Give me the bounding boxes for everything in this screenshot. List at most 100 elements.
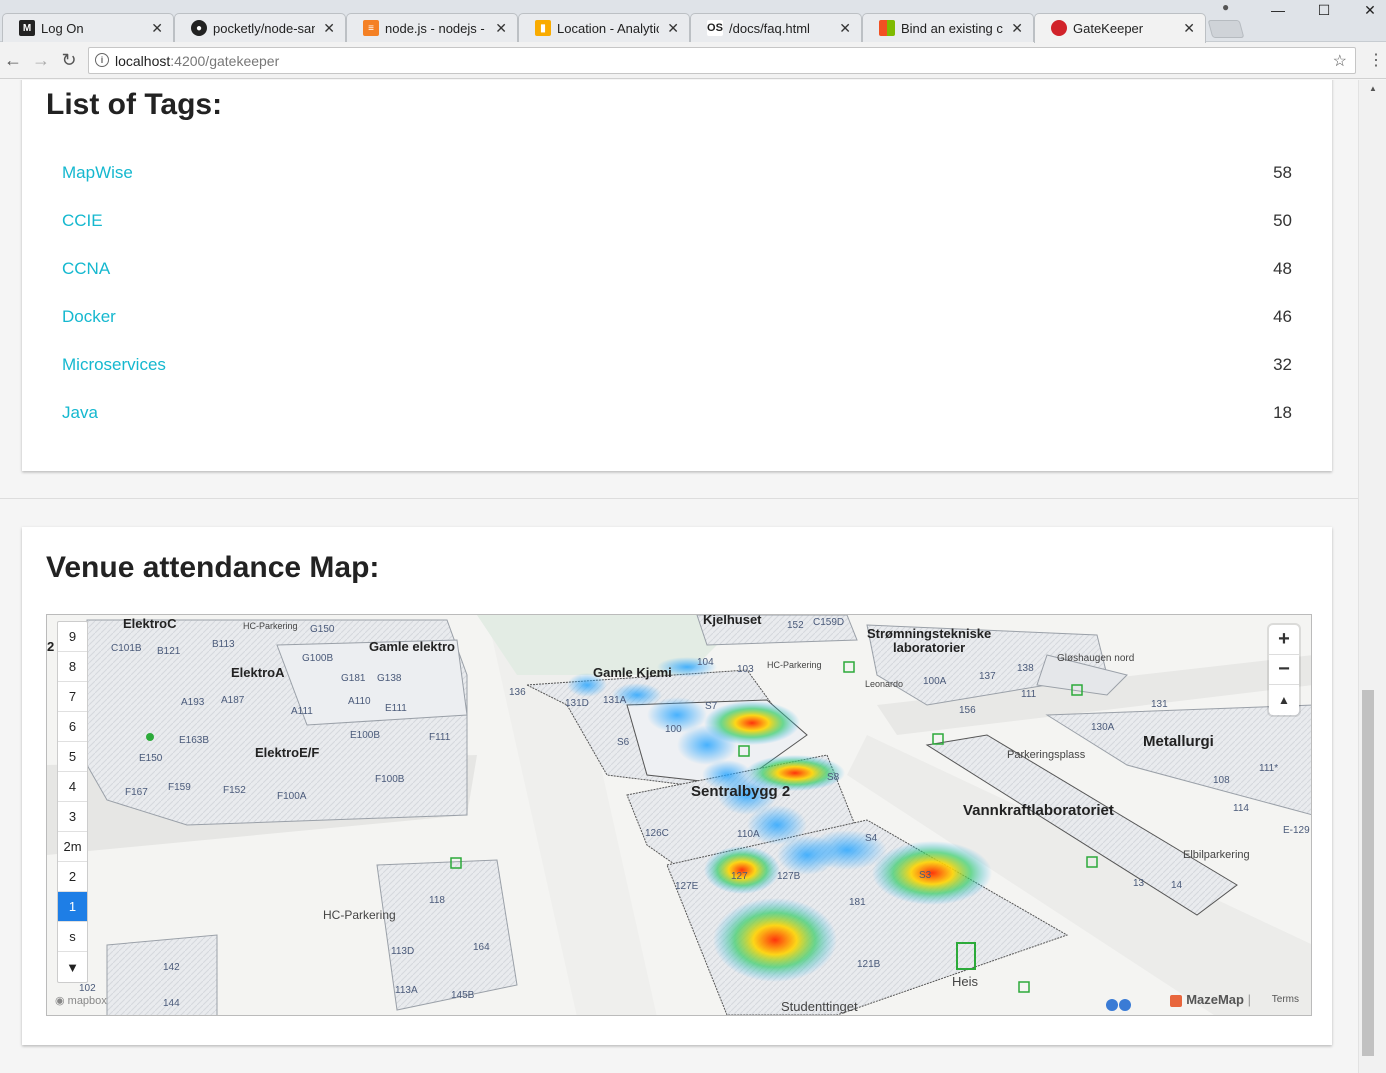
forward-arrow-icon[interactable]: → <box>30 49 52 71</box>
mapbox-logo[interactable]: ◉ mapbox <box>55 994 107 1007</box>
map-label: Leonardo <box>865 679 904 689</box>
room-label: 13 <box>1133 878 1145 889</box>
tag-row[interactable]: Docker 46 <box>62 307 1292 337</box>
tag-link[interactable]: CCIE <box>62 211 103 231</box>
room-label: 142 <box>163 962 180 973</box>
compass-button[interactable]: ▲ <box>1269 685 1299 715</box>
back-arrow-icon[interactable]: ← <box>2 49 24 71</box>
close-icon[interactable]: ✕ <box>151 20 163 37</box>
close-icon[interactable]: ✕ <box>1183 20 1195 37</box>
floor-selector: 9 8 7 6 5 4 3 2m 2 1 s ▼ <box>57 621 88 983</box>
menu-kebab-icon[interactable]: ⋮ <box>1368 50 1384 70</box>
floor-button[interactable]: 4 <box>58 772 87 802</box>
room-label: S7 <box>705 701 718 712</box>
tag-count: 46 <box>1273 307 1292 326</box>
tab-gatekeeper[interactable]: GateKeeper ✕ <box>1034 13 1206 43</box>
floor-button[interactable]: 8 <box>58 652 87 682</box>
attribution-separator: | <box>1247 992 1251 1007</box>
new-tab-button[interactable] <box>1207 20 1245 38</box>
tab-bind-existing[interactable]: Bind an existing cust ✕ <box>862 13 1034 42</box>
room-label: 114 <box>1233 803 1249 814</box>
close-icon[interactable]: ✕ <box>323 20 335 37</box>
tab-docs-faq[interactable]: OS /docs/faq.html ✕ <box>690 13 862 42</box>
close-icon[interactable]: ✕ <box>1011 20 1023 37</box>
close-window-icon[interactable]: ✕ <box>1348 0 1386 20</box>
room-label: C101B <box>111 643 142 654</box>
room-label: 137 <box>979 671 996 682</box>
stairs-icon <box>146 733 154 741</box>
room-label: F167 <box>125 787 148 798</box>
map-label: Strømningstekniske laboratorier <box>867 626 992 655</box>
room-label: 111 <box>1021 689 1037 700</box>
room-label: B121 <box>157 646 181 657</box>
floor-button[interactable]: 6 <box>58 712 87 742</box>
profile-icon[interactable]: ● <box>1222 0 1238 14</box>
address-bar[interactable]: i localhost:4200/gatekeeper ☆ <box>88 47 1356 74</box>
tag-row[interactable]: Microservices 32 <box>62 355 1292 385</box>
room-label: E111 <box>385 703 407 714</box>
maximize-icon[interactable]: ☐ <box>1302 0 1346 20</box>
reload-icon[interactable]: ↻ <box>58 49 80 71</box>
room-label: 113A <box>395 985 418 996</box>
page-scrollbar[interactable]: ▲ <box>1358 80 1386 1073</box>
room-label: 111* <box>1259 763 1279 774</box>
map-label: HC-Parkering <box>767 660 822 670</box>
room-label: 145B <box>451 990 475 1001</box>
tab-analytics[interactable]: ▮ Location - Analytics ✕ <box>518 13 690 42</box>
floor-button[interactable]: 2m <box>58 832 87 862</box>
tag-count: 50 <box>1273 211 1292 230</box>
zoom-out-button[interactable]: − <box>1269 655 1299 685</box>
room-label: F152 <box>223 785 246 796</box>
scroll-up-icon[interactable]: ▲ <box>1369 84 1377 93</box>
room-label: 100A <box>923 676 947 687</box>
mazemap-logo[interactable]: MazeMap | <box>1170 992 1251 1007</box>
floor-button[interactable]: 7 <box>58 682 87 712</box>
tab-log-on[interactable]: M Log On ✕ <box>2 13 174 42</box>
tab-title: /docs/faq.html <box>729 20 810 36</box>
room-label: 127E <box>675 881 699 892</box>
browser-tab-strip: M Log On ✕ ● pocketly/node-saniti ✕ ≡ no… <box>0 0 1386 43</box>
tab-stackoverflow[interactable]: ≡ node.js - nodejs - Ho ✕ <box>346 13 518 42</box>
room-label: G100B <box>302 653 334 664</box>
tag-link[interactable]: Microservices <box>62 355 166 375</box>
bookmark-star-icon[interactable]: ☆ <box>1333 51 1347 71</box>
tag-row[interactable]: CCIE 50 <box>62 211 1292 241</box>
tag-row[interactable]: MapWise 58 <box>62 163 1292 193</box>
tag-link[interactable]: CCNA <box>62 259 110 279</box>
floor-button[interactable]: 5 <box>58 742 87 772</box>
close-icon[interactable]: ✕ <box>495 20 507 37</box>
tag-link[interactable]: Java <box>62 403 98 423</box>
floor-button-selected[interactable]: 1 <box>58 892 87 922</box>
tag-link[interactable]: MapWise <box>62 163 133 183</box>
room-label: 136 <box>509 687 526 698</box>
map-label: Metallurgi <box>1143 733 1214 750</box>
heat-spot <box>872 841 992 905</box>
venue-map[interactable]: ElektroC Gamle elektro ElektroA ElektroE… <box>46 614 1312 1016</box>
tag-row[interactable]: CCNA 48 <box>62 259 1292 289</box>
tab-github[interactable]: ● pocketly/node-saniti ✕ <box>174 13 346 42</box>
zoom-controls: + − ▲ <box>1269 625 1299 715</box>
tag-row[interactable]: Java 18 <box>62 403 1292 433</box>
room-label: 100 <box>665 724 682 735</box>
tag-link[interactable]: Docker <box>62 307 116 327</box>
map-label: Sentralbygg 2 <box>691 783 791 800</box>
restroom-icon <box>1106 999 1118 1011</box>
close-icon[interactable]: ✕ <box>667 20 679 37</box>
terms-link[interactable]: Terms <box>1272 994 1299 1005</box>
scroll-thumb[interactable] <box>1362 690 1374 1056</box>
floor-button[interactable]: 9 <box>58 622 87 652</box>
map-label: Gløshaugen nord <box>1057 653 1135 664</box>
floor-button[interactable]: s <box>58 922 87 952</box>
floor-button[interactable]: 3 <box>58 802 87 832</box>
floor-button[interactable]: 2 <box>58 862 87 892</box>
page-content: List of Tags: MapWise 58 CCIE 50 CCNA 48… <box>0 80 1358 1073</box>
map-label: Gamle Kjemi <box>593 665 672 680</box>
zoom-in-button[interactable]: + <box>1269 625 1299 655</box>
minimize-icon[interactable]: — <box>1256 0 1300 20</box>
close-icon[interactable]: ✕ <box>839 20 851 37</box>
info-icon[interactable]: i <box>95 53 109 67</box>
mazemap-icon <box>1170 994 1183 1007</box>
map-label: Heis <box>952 974 979 989</box>
room-label: 156 <box>959 705 976 716</box>
floor-scroll-down-icon[interactable]: ▼ <box>58 952 87 982</box>
